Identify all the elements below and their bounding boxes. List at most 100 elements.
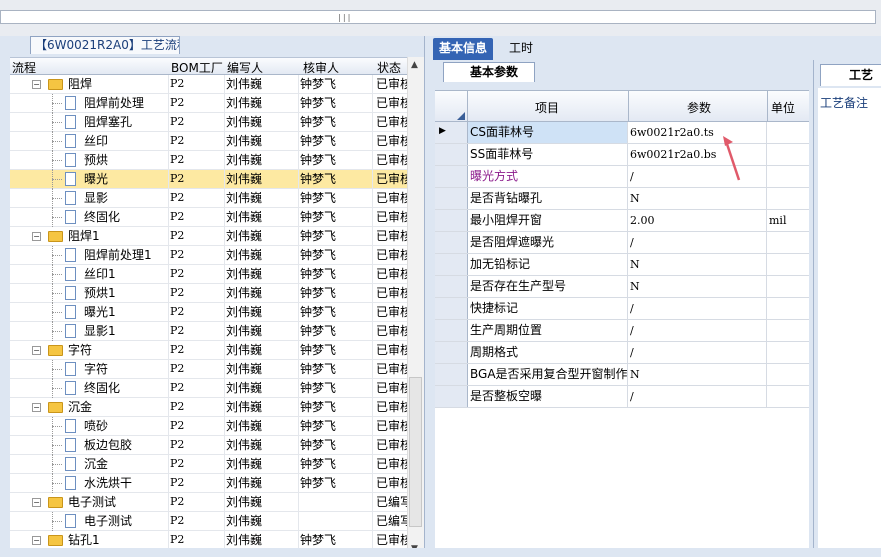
param-row[interactable]: BGA是否采用复合型开窗制作 N <box>435 364 809 386</box>
param-unit-cell[interactable]: mil <box>767 210 809 231</box>
param-row[interactable]: SS面菲林号 6w0021r2a0.bs <box>435 144 809 166</box>
param-value-cell[interactable]: / <box>628 320 767 341</box>
top-scrollbar[interactable]: ||| <box>0 10 876 24</box>
param-item-cell[interactable]: BGA是否采用复合型开窗制作 <box>468 364 628 385</box>
tab-basic-params[interactable]: 基本参数 <box>443 62 535 82</box>
row-header[interactable] <box>435 254 468 275</box>
param-item-cell[interactable]: 加无铅标记 <box>468 254 628 275</box>
tree-row[interactable]: 终固化 P2 刘伟巍 钟梦飞 已审核 <box>10 379 424 398</box>
param-unit-cell[interactable] <box>767 298 809 319</box>
row-header[interactable] <box>435 232 468 253</box>
tree-row[interactable]: 预烘1 P2 刘伟巍 钟梦飞 已审核 <box>10 284 424 303</box>
param-item-cell[interactable]: 周期格式 <box>468 342 628 363</box>
param-item-cell[interactable]: 是否整板空曝 <box>468 386 628 407</box>
tree-row[interactable]: 喷砂 P2 刘伟巍 钟梦飞 已审核 <box>10 417 424 436</box>
col-flow[interactable]: 流程 <box>12 59 36 76</box>
collapse-toggle-icon[interactable]: − <box>32 498 41 507</box>
col-writer[interactable]: 编写人 <box>227 59 263 76</box>
param-item-cell[interactable]: SS面菲林号 <box>468 144 628 165</box>
param-value-cell[interactable]: N <box>628 254 767 275</box>
param-unit-cell[interactable] <box>767 276 809 297</box>
tree-row[interactable]: 终固化 P2 刘伟巍 钟梦飞 已审核 <box>10 208 424 227</box>
row-header[interactable] <box>435 298 468 319</box>
param-unit-cell[interactable] <box>767 144 809 165</box>
tree-row[interactable]: − 沉金 P2 刘伟巍 钟梦飞 已审核 <box>10 398 424 417</box>
param-item-cell[interactable]: CS面菲林号 <box>468 122 628 143</box>
collapse-toggle-icon[interactable]: − <box>32 536 41 545</box>
param-item-cell[interactable]: 曝光方式 <box>468 166 628 187</box>
scroll-thumb[interactable] <box>409 377 422 527</box>
tab-process-remarks[interactable]: 工艺 <box>820 64 881 86</box>
param-value-cell[interactable]: N <box>628 188 767 209</box>
col-reviewer[interactable]: 核审人 <box>303 59 339 76</box>
param-row[interactable]: 最小阻焊开窗 2.00 mil <box>435 210 809 232</box>
tree-row[interactable]: 曝光1 P2 刘伟巍 钟梦飞 已审核 <box>10 303 424 322</box>
row-header[interactable] <box>435 386 468 407</box>
tree-row[interactable]: 预烘 P2 刘伟巍 钟梦飞 已审核 <box>10 151 424 170</box>
tree-row[interactable]: 显影1 P2 刘伟巍 钟梦飞 已审核 <box>10 322 424 341</box>
param-item-cell[interactable]: 是否存在生产型号 <box>468 276 628 297</box>
col-unit[interactable]: 单位 <box>771 99 795 116</box>
param-value-cell[interactable]: / <box>628 232 767 253</box>
col-item[interactable]: 项目 <box>535 99 559 116</box>
param-value-cell[interactable]: N <box>628 364 767 385</box>
param-row[interactable]: 生产周期位置 / <box>435 320 809 342</box>
param-value-cell[interactable]: / <box>628 298 767 319</box>
collapse-toggle-icon[interactable]: − <box>32 232 41 241</box>
param-unit-cell[interactable] <box>767 320 809 341</box>
tab-basic-info[interactable]: 基本信息 <box>433 38 494 60</box>
tree-row[interactable]: 电子测试 P2 刘伟巍 已编写 <box>10 512 424 531</box>
param-value-cell[interactable]: / <box>628 342 767 363</box>
param-row[interactable]: ▶ CS面菲林号 6w0021r2a0.ts <box>435 122 809 144</box>
tree-row[interactable]: 阻焊塞孔 P2 刘伟巍 钟梦飞 已审核 <box>10 113 424 132</box>
col-bom-factory[interactable]: BOM工厂 <box>171 59 223 76</box>
param-item-cell[interactable]: 生产周期位置 <box>468 320 628 341</box>
param-row[interactable]: 曝光方式 / <box>435 166 809 188</box>
param-unit-cell[interactable] <box>767 232 809 253</box>
tree-row[interactable]: 丝印 P2 刘伟巍 钟梦飞 已审核 <box>10 132 424 151</box>
row-header[interactable] <box>435 342 468 363</box>
tree-row[interactable]: − 字符 P2 刘伟巍 钟梦飞 已审核 <box>10 341 424 360</box>
param-item-cell[interactable]: 是否背钻曝孔 <box>468 188 628 209</box>
param-item-cell[interactable]: 最小阻焊开窗 <box>468 210 628 231</box>
param-value-cell[interactable]: / <box>628 386 767 407</box>
param-row[interactable]: 加无铅标记 N <box>435 254 809 276</box>
param-row[interactable]: 是否存在生产型号 N <box>435 276 809 298</box>
row-header[interactable] <box>435 144 468 165</box>
param-unit-cell[interactable] <box>767 166 809 187</box>
row-header[interactable]: ▶ <box>435 122 468 143</box>
param-unit-cell[interactable] <box>767 364 809 385</box>
param-row[interactable]: 快捷标记 / <box>435 298 809 320</box>
collapse-toggle-icon[interactable]: − <box>32 80 41 89</box>
row-header[interactable] <box>435 276 468 297</box>
param-value-cell[interactable]: N <box>628 276 767 297</box>
param-value-cell[interactable]: 2.00 <box>628 210 767 231</box>
param-unit-cell[interactable] <box>767 254 809 275</box>
col-param[interactable]: 参数 <box>687 99 711 116</box>
param-unit-cell[interactable] <box>767 122 809 143</box>
tree-row[interactable]: 沉金 P2 刘伟巍 钟梦飞 已审核 <box>10 455 424 474</box>
row-header[interactable] <box>435 364 468 385</box>
tree-row[interactable]: 阻焊前处理1 P2 刘伟巍 钟梦飞 已审核 <box>10 246 424 265</box>
row-header[interactable] <box>435 210 468 231</box>
tree-row[interactable]: − 阻焊 P2 刘伟巍 钟梦飞 已审核 <box>10 75 424 94</box>
param-row[interactable]: 是否阻焊遮曝光 / <box>435 232 809 254</box>
tree-row[interactable]: 阻焊前处理 P2 刘伟巍 钟梦飞 已审核 <box>10 94 424 113</box>
row-header[interactable] <box>435 166 468 187</box>
param-unit-cell[interactable] <box>767 386 809 407</box>
tree-row[interactable]: 板边包胶 P2 刘伟巍 钟梦飞 已审核 <box>10 436 424 455</box>
tree-row[interactable]: 水洗烘干 P2 刘伟巍 钟梦飞 已审核 <box>10 474 424 493</box>
param-unit-cell[interactable] <box>767 342 809 363</box>
collapse-toggle-icon[interactable]: − <box>32 403 41 412</box>
row-header[interactable] <box>435 188 468 209</box>
param-row[interactable]: 是否整板空曝 / <box>435 386 809 408</box>
param-row[interactable]: 周期格式 / <box>435 342 809 364</box>
tree-row[interactable]: 显影 P2 刘伟巍 钟梦飞 已审核 <box>10 189 424 208</box>
param-unit-cell[interactable] <box>767 188 809 209</box>
tree-row[interactable]: 字符 P2 刘伟巍 钟梦飞 已审核 <box>10 360 424 379</box>
col-status[interactable]: 状态 <box>377 59 401 76</box>
param-row[interactable]: 是否背钻曝孔 N <box>435 188 809 210</box>
tab-process-flow[interactable]: 【6W0021R2A0】工艺流程 <box>30 36 180 54</box>
tree-row[interactable]: 丝印1 P2 刘伟巍 钟梦飞 已审核 <box>10 265 424 284</box>
tree-vertical-scrollbar[interactable]: ▲ ▼ <box>407 57 424 557</box>
